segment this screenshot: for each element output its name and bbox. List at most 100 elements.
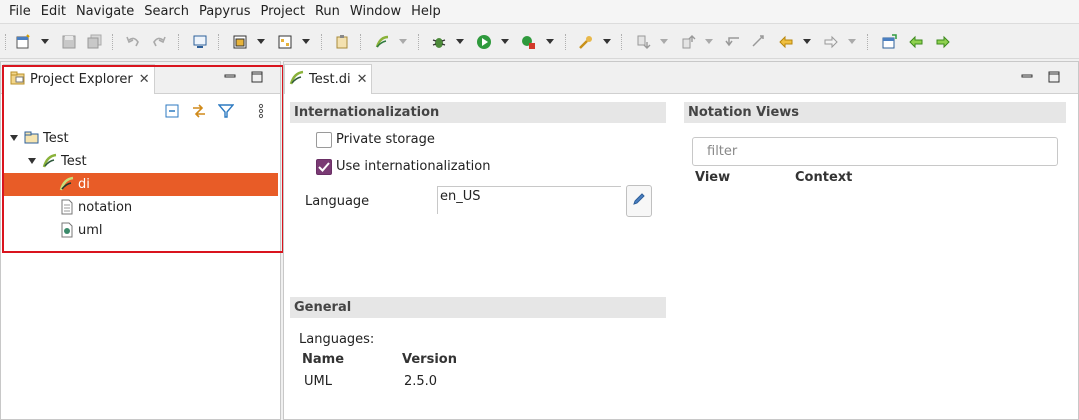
new-wizard-icon[interactable] — [14, 33, 32, 51]
properties-clipboard-icon[interactable] — [333, 33, 351, 51]
back-dropdown-arrow[interactable] — [803, 39, 811, 44]
project-folder-icon — [24, 130, 40, 146]
language-field[interactable]: en_US — [437, 186, 621, 214]
use-internationalization-label: Use internationalization — [336, 159, 491, 174]
tree-item-label: Test — [43, 130, 69, 146]
selected-row-highlight — [4, 173, 278, 196]
test-di-editor-tab[interactable]: Test.di ✕ — [284, 64, 372, 94]
column-header-name: Name — [302, 352, 345, 367]
toolbar-separator — [112, 34, 113, 50]
next-annotation-dropdown-arrow[interactable] — [660, 39, 668, 44]
console-icon[interactable] — [191, 33, 209, 51]
pencil-icon — [632, 192, 646, 210]
editor-tab-title: Test.di — [309, 72, 351, 87]
menu-search[interactable]: Search — [139, 1, 194, 23]
main-toolbar — [0, 25, 1079, 59]
edit-location-icon[interactable] — [750, 33, 768, 51]
external-tools-dropdown-arrow[interactable] — [546, 39, 554, 44]
papyrus-logo-icon[interactable] — [373, 33, 391, 51]
green-back-arrow-icon[interactable] — [907, 33, 925, 51]
menu-papyrus[interactable]: Papyrus — [194, 1, 256, 23]
table-cell-name[interactable]: UML — [304, 374, 332, 389]
uml-file-icon — [59, 222, 75, 238]
previous-annotation-icon[interactable] — [679, 33, 697, 51]
toolbar-separator — [178, 34, 179, 50]
use-internationalization-checkbox[interactable] — [316, 159, 332, 175]
explorer-view-toolbar — [1, 95, 280, 125]
toolbar-separator — [565, 34, 566, 50]
run-icon[interactable] — [475, 33, 493, 51]
project-explorer-tab[interactable]: Project Explorer ✕ — [3, 64, 155, 94]
editor-panel: Test.di ✕ Internationalization Private s… — [283, 61, 1079, 420]
redo-icon[interactable] — [150, 33, 168, 51]
search-tool-dropdown-arrow[interactable] — [603, 39, 611, 44]
tree-item-label: di — [78, 176, 90, 192]
forward-dropdown-arrow[interactable] — [848, 39, 856, 44]
papyrus-diagram-dropdown-arrow[interactable] — [302, 39, 310, 44]
toolbar-separator — [621, 34, 622, 50]
toolbar-separator — [5, 34, 6, 50]
tree-item-label: Test — [61, 153, 87, 169]
close-icon[interactable]: ✕ — [357, 72, 368, 87]
menu-bar: File Edit Navigate Search Papyrus Projec… — [0, 0, 1079, 24]
tree-item-notation[interactable]: notation — [59, 196, 132, 218]
toolbar-separator — [360, 34, 361, 50]
table-cell-version[interactable]: 2.5.0 — [404, 374, 437, 389]
menu-navigate[interactable]: Navigate — [71, 1, 139, 23]
internationalization-heading: Internationalization — [290, 102, 666, 123]
external-tools-icon[interactable] — [519, 33, 537, 51]
menu-window[interactable]: Window — [345, 1, 406, 23]
papyrus-diagram-icon[interactable] — [276, 33, 294, 51]
filter-icon[interactable] — [217, 102, 235, 120]
menu-help[interactable]: Help — [406, 1, 446, 23]
previous-annotation-dropdown-arrow[interactable] — [705, 39, 713, 44]
green-forward-arrow-icon[interactable] — [934, 33, 952, 51]
maximize-icon[interactable] — [250, 70, 264, 84]
forward-icon[interactable] — [822, 33, 840, 51]
view-menu-icon[interactable] — [252, 102, 270, 120]
tree-item-uml[interactable]: uml — [59, 219, 103, 241]
tree-item-test-project[interactable]: Test — [10, 127, 69, 149]
tree-item-label: notation — [78, 199, 133, 215]
debug-icon[interactable] — [430, 33, 448, 51]
close-icon[interactable]: ✕ — [139, 72, 150, 87]
notation-views-heading: Notation Views — [684, 102, 1066, 123]
tree-item-di[interactable]: di — [59, 173, 90, 195]
papyrus-di-icon — [59, 176, 75, 192]
last-edit-location-icon[interactable] — [724, 33, 742, 51]
edit-language-button[interactable] — [626, 185, 652, 217]
expand-arrow-icon[interactable] — [10, 135, 18, 141]
papyrus-new-model-icon[interactable] — [231, 33, 249, 51]
expand-arrow-icon[interactable] — [28, 158, 36, 164]
language-label: Language — [305, 194, 370, 209]
papyrus-logo-dropdown-arrow[interactable] — [399, 39, 407, 44]
minimize-icon[interactable] — [1020, 70, 1034, 84]
menu-run[interactable]: Run — [310, 1, 345, 23]
save-all-icon[interactable] — [86, 33, 104, 51]
menu-file[interactable]: File — [4, 1, 36, 23]
tree-item-label: uml — [78, 222, 103, 238]
papyrus-new-dropdown-arrow[interactable] — [257, 39, 265, 44]
private-storage-label: Private storage — [336, 132, 435, 147]
menu-edit[interactable]: Edit — [36, 1, 71, 23]
tree-item-test-model[interactable]: Test — [28, 150, 87, 172]
project-explorer-tab-title: Project Explorer — [30, 72, 133, 87]
minimize-icon[interactable] — [223, 70, 237, 84]
debug-dropdown-arrow[interactable] — [456, 39, 464, 44]
project-explorer-icon — [10, 70, 26, 90]
back-icon[interactable] — [777, 33, 795, 51]
next-annotation-icon[interactable] — [634, 33, 652, 51]
open-perspective-icon[interactable] — [880, 33, 898, 51]
private-storage-checkbox[interactable] — [316, 132, 332, 148]
new-dropdown-arrow[interactable] — [41, 39, 49, 44]
filter-input[interactable] — [692, 137, 1058, 166]
link-with-editor-icon[interactable] — [190, 102, 208, 120]
save-icon[interactable] — [60, 33, 78, 51]
collapse-all-icon[interactable] — [163, 102, 181, 120]
run-dropdown-arrow[interactable] — [501, 39, 509, 44]
toolbar-separator — [321, 34, 322, 50]
search-tool-icon[interactable] — [577, 33, 595, 51]
maximize-icon[interactable] — [1047, 70, 1061, 84]
menu-project[interactable]: Project — [255, 1, 309, 23]
undo-icon[interactable] — [124, 33, 142, 51]
